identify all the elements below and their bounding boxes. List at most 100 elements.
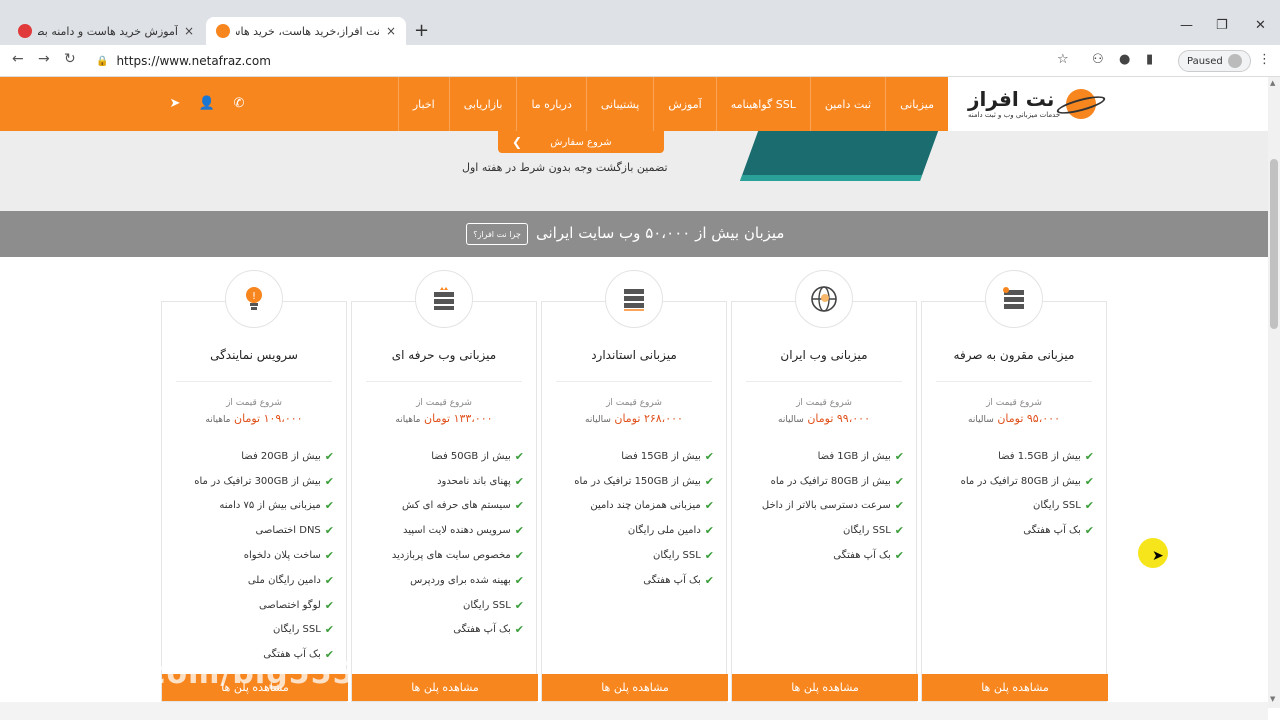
list-item: ✔ بک آپ هفتگی (762, 543, 904, 568)
maximize-button[interactable]: ❐ (1216, 18, 1228, 33)
lightbulb-icon: ! (225, 270, 283, 328)
start-order-button[interactable]: ❮ شروع سفارش (498, 131, 664, 153)
list-item: ✔ سرعت دسترسی بالاتر از داخل (762, 494, 904, 519)
plan-features: ✔ بیش از 20GB فضا ✔ بیش از 300GB ترافیک در… (194, 444, 334, 667)
list-item: ✔ میزبانی همزمان چند دامین (574, 494, 714, 519)
scroll-down-arrow-icon[interactable]: ▼ (1270, 695, 1275, 703)
menu-item-marketing[interactable]: بازاریابی (448, 77, 517, 131)
plan-price-amount: ۹۵،۰۰۰ تومان (997, 412, 1060, 425)
menu-item-hosting[interactable]: میزبانی (885, 77, 948, 131)
plan-price-period: سالیانه (585, 415, 611, 425)
list-item: ✔ بک آپ هفتگی (961, 518, 1094, 543)
list-item: ✔ سیستم های حرفه ای کش (392, 494, 524, 519)
check-icon: ✔ (894, 499, 904, 513)
reload-icon[interactable]: ↻ (64, 51, 76, 67)
phone-icon[interactable]: ✆ (230, 94, 248, 112)
plan-price-from: شروع قیمت از (986, 398, 1042, 408)
plan-price-period: سالیانه (778, 415, 804, 425)
feature-text: میزبانی همزمان چند دامین (590, 500, 701, 512)
bookmark-star-icon[interactable]: ☆ (1057, 52, 1069, 67)
list-item: ✔ بیش از 300GB ترافیک در ماه (194, 469, 334, 494)
list-item: ✔ بیش از 1.5GB فضا (961, 444, 1094, 469)
list-item: ✔ SSL رایگان (961, 494, 1094, 519)
new-tab-button[interactable]: + (414, 20, 429, 41)
site-header: ➤ 👤 ✆ میزبانی ثبت دامین گواهینامه SSL آم… (0, 77, 1268, 131)
plan-price-period: سالیانه (968, 415, 994, 425)
check-icon: ✔ (704, 499, 714, 513)
list-item: ✔ بیش از 50GB فضا (392, 444, 524, 469)
menu-item-news[interactable]: اخبار (397, 77, 449, 131)
feature-text: بیش از 80GB ترافیک در ماه (770, 475, 891, 487)
feature-text: بیش از 20GB فضا (241, 450, 321, 462)
menu-item-ssl[interactable]: گواهینامه SSL (715, 77, 810, 131)
back-arrow-icon[interactable]: ← (12, 51, 24, 67)
list-item: ✔ ساخت پلان دلخواه (194, 543, 334, 568)
menu-kebab-icon[interactable]: ⋮ (1258, 52, 1271, 67)
logo-subtitle: خدمات میزبانی وب و ثبت دامنه (968, 111, 1061, 119)
plan-title: میزبانی مقرون به صرفه (953, 348, 1075, 362)
plan-price: ۲۶۸،۰۰۰ تومان سالیانه (542, 412, 726, 425)
check-icon: ✔ (1084, 449, 1094, 463)
menu-item-support[interactable]: پشتیبانی (585, 77, 653, 131)
server-crown-icon (415, 270, 473, 328)
feature-text: بک آپ هفتگی (1023, 525, 1081, 537)
scroll-up-arrow-icon[interactable]: ▲ (1270, 79, 1275, 87)
stats-band: میزبان بیش از ۵۰،۰۰۰ وب سایت ایرانی چرا … (0, 211, 1268, 257)
flag-icon[interactable]: ▮ (1146, 52, 1153, 67)
menu-item-tutorials[interactable]: آموزش (653, 77, 715, 131)
page-scrollbar[interactable]: ▲ ▼ (1268, 77, 1280, 708)
feature-text: SSL رایگان (463, 599, 511, 611)
plan-card-standard: میزبانی استاندارد شروع قیمت از ۲۶۸،۰۰۰ ت… (541, 301, 728, 702)
plan-price-amount: ۱۰۹،۰۰۰ تومان (234, 412, 303, 425)
menu-item-about[interactable]: درباره ما (516, 77, 585, 131)
feature-text: پهنای باند نامحدود (437, 475, 511, 487)
close-window-button[interactable]: ✕ (1255, 18, 1266, 33)
minimize-button[interactable]: — (1180, 18, 1193, 33)
view-plans-button[interactable]: مشاهده پلن ها (922, 674, 1108, 701)
tab-close-icon[interactable]: × (184, 24, 194, 38)
plan-price: ۱۰۹،۰۰۰ تومان ماهیانه (162, 412, 346, 425)
list-item: ✔ سرویس دهنده لایت اسپید (392, 518, 524, 543)
check-icon: ✔ (324, 449, 334, 463)
extension-check-icon[interactable]: ● (1119, 52, 1130, 67)
view-plans-button[interactable]: مشاهده پلن ها (542, 674, 728, 701)
plan-card-economy: میزبانی مقرون به صرفه شروع قیمت از ۹۵،۰۰… (921, 301, 1108, 702)
tab-title: نت افراز،خرید هاست، خرید هاست (236, 24, 380, 38)
feature-text: بیش از 150GB ترافیک در ماه (574, 475, 701, 487)
plan-price-amount: ۹۹،۰۰۰ تومان (807, 412, 870, 425)
browser-tab-netafraz[interactable]: نت افراز،خرید هاست، خرید هاست × (206, 17, 406, 45)
check-icon: ✔ (704, 524, 714, 538)
address-bar[interactable]: 🔒 https://www.netafraz.com (96, 49, 1036, 73)
feature-text: SSL رایگان (1033, 500, 1081, 512)
chevron-left-icon: ❮ (512, 135, 523, 149)
feature-text: دامین ملی رایگان (627, 525, 701, 537)
check-icon: ✔ (1084, 524, 1094, 538)
browser-tab-aparat[interactable]: آموزش خرید هاست و دامنه بصورت × (8, 17, 204, 45)
forward-arrow-icon[interactable]: → (38, 51, 50, 67)
feature-text: بیش از 300GB ترافیک در ماه (194, 475, 321, 487)
plan-price-amount: ۲۶۸،۰۰۰ تومان (614, 412, 683, 425)
tab-close-icon[interactable]: × (386, 24, 396, 38)
plan-title: سرویس نمایندگی (210, 348, 298, 362)
plan-price-from: شروع قیمت از (416, 398, 472, 408)
server-icon (605, 270, 663, 328)
feature-text: سیستم های حرفه ای کش (401, 500, 511, 512)
check-icon: ✔ (514, 524, 524, 538)
plan-price-from: شروع قیمت از (796, 398, 852, 408)
menu-item-domain[interactable]: ثبت دامین (809, 77, 885, 131)
user-icon[interactable]: 👤 (198, 94, 216, 112)
telegram-icon[interactable]: ➤ (166, 94, 184, 112)
divider (176, 381, 332, 382)
scroll-thumb[interactable] (1270, 159, 1278, 329)
profile-button[interactable]: Paused (1178, 50, 1251, 72)
stats-band-text: میزبان بیش از ۵۰،۰۰۰ وب سایت ایرانی (536, 224, 785, 242)
why-netafraz-button[interactable]: چرا نت افراز؟ (466, 223, 528, 245)
netafraz-favicon-icon (216, 24, 230, 38)
plan-price: ۱۳۳،۰۰۰ تومان ماهیانه (352, 412, 536, 425)
feature-text: بیش از 80GB ترافیک در ماه (960, 475, 1081, 487)
site-logo[interactable]: نت افراز خدمات میزبانی وب و ثبت دامنه (948, 77, 1268, 131)
extension-icon[interactable]: ⚇ (1092, 52, 1104, 67)
view-plans-button[interactable]: مشاهده پلن ها (352, 674, 538, 701)
view-plans-button[interactable]: مشاهده پلن ها (732, 674, 918, 701)
feature-text: بک آپ هفتگی (643, 574, 701, 586)
